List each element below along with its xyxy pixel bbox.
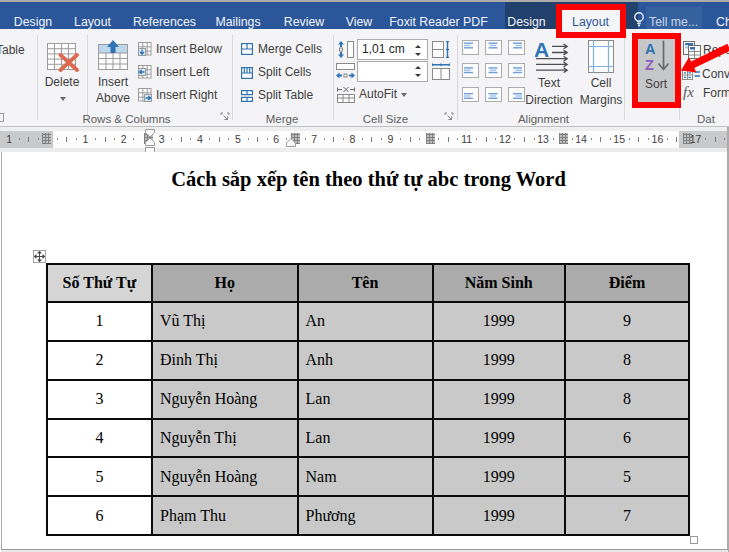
svg-text:A: A [535,40,549,61]
